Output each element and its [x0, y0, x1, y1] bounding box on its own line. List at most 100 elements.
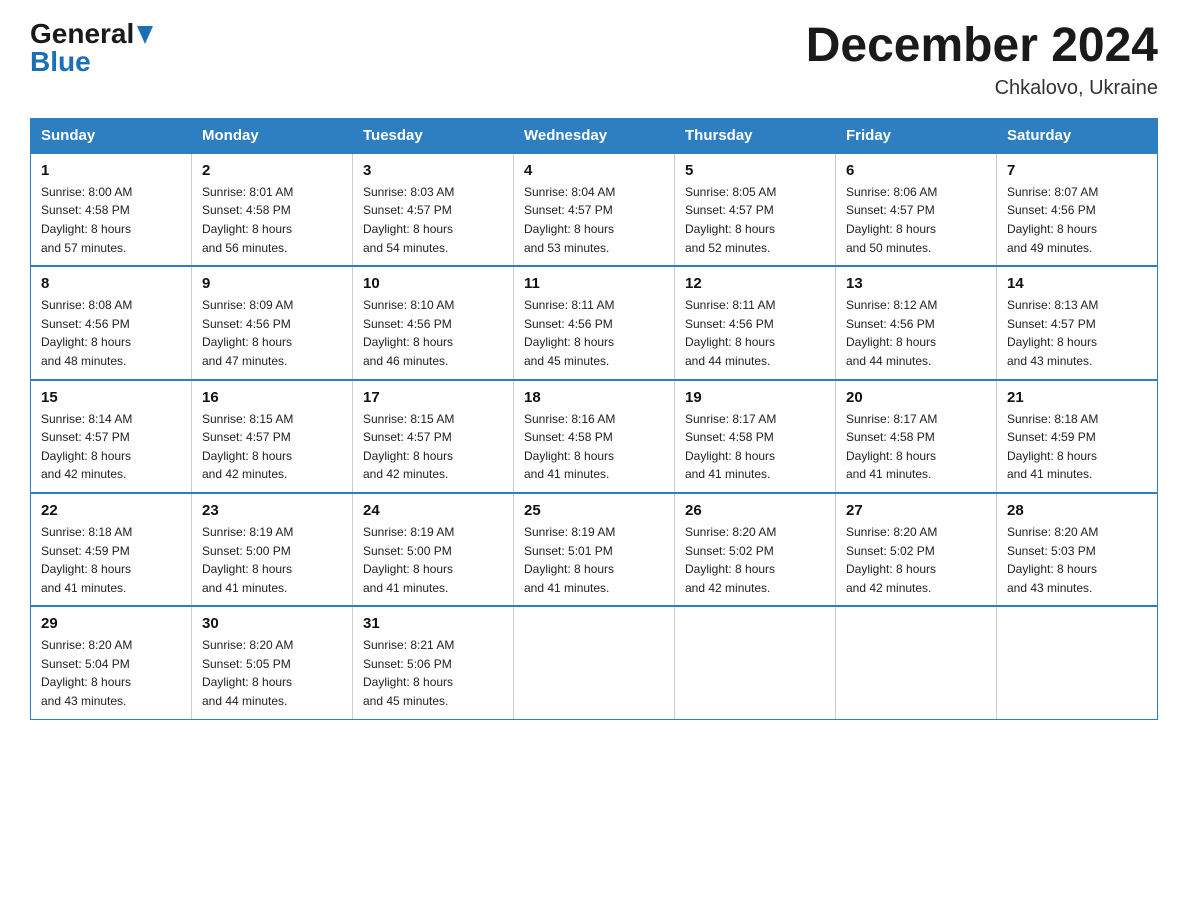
- calendar-cell: 18 Sunrise: 8:16 AMSunset: 4:58 PMDaylig…: [514, 380, 675, 493]
- calendar-cell: 17 Sunrise: 8:15 AMSunset: 4:57 PMDaylig…: [353, 380, 514, 493]
- day-number: 17: [363, 389, 503, 406]
- day-number: 13: [846, 275, 986, 292]
- day-number: 6: [846, 162, 986, 179]
- day-info: Sunrise: 8:13 AMSunset: 4:57 PMDaylight:…: [1007, 296, 1147, 370]
- day-number: 26: [685, 502, 825, 519]
- calendar-week-row: 1 Sunrise: 8:00 AMSunset: 4:58 PMDayligh…: [31, 153, 1158, 266]
- location: Chkalovo, Ukraine: [806, 77, 1158, 100]
- calendar-cell: 8 Sunrise: 8:08 AMSunset: 4:56 PMDayligh…: [31, 266, 192, 379]
- day-number: 4: [524, 162, 664, 179]
- day-info: Sunrise: 8:15 AMSunset: 4:57 PMDaylight:…: [363, 410, 503, 484]
- calendar-cell: 5 Sunrise: 8:05 AMSunset: 4:57 PMDayligh…: [675, 153, 836, 266]
- day-number: 11: [524, 275, 664, 292]
- day-info: Sunrise: 8:08 AMSunset: 4:56 PMDaylight:…: [41, 296, 181, 370]
- day-info: Sunrise: 8:17 AMSunset: 4:58 PMDaylight:…: [846, 410, 986, 484]
- calendar-cell: 11 Sunrise: 8:11 AMSunset: 4:56 PMDaylig…: [514, 266, 675, 379]
- day-info: Sunrise: 8:11 AMSunset: 4:56 PMDaylight:…: [524, 296, 664, 370]
- day-info: Sunrise: 8:18 AMSunset: 4:59 PMDaylight:…: [1007, 410, 1147, 484]
- header-saturday: Saturday: [997, 118, 1158, 153]
- day-number: 5: [685, 162, 825, 179]
- day-number: 9: [202, 275, 342, 292]
- calendar-cell: [836, 606, 997, 719]
- day-info: Sunrise: 8:15 AMSunset: 4:57 PMDaylight:…: [202, 410, 342, 484]
- day-number: 21: [1007, 389, 1147, 406]
- day-number: 12: [685, 275, 825, 292]
- calendar-cell: 29 Sunrise: 8:20 AMSunset: 5:04 PMDaylig…: [31, 606, 192, 719]
- logo: General Blue: [30, 20, 153, 76]
- calendar-cell: 13 Sunrise: 8:12 AMSunset: 4:56 PMDaylig…: [836, 266, 997, 379]
- day-number: 14: [1007, 275, 1147, 292]
- calendar-cell: 15 Sunrise: 8:14 AMSunset: 4:57 PMDaylig…: [31, 380, 192, 493]
- calendar-cell: 1 Sunrise: 8:00 AMSunset: 4:58 PMDayligh…: [31, 153, 192, 266]
- day-number: 10: [363, 275, 503, 292]
- day-info: Sunrise: 8:07 AMSunset: 4:56 PMDaylight:…: [1007, 183, 1147, 257]
- day-number: 27: [846, 502, 986, 519]
- day-info: Sunrise: 8:05 AMSunset: 4:57 PMDaylight:…: [685, 183, 825, 257]
- calendar-cell: 22 Sunrise: 8:18 AMSunset: 4:59 PMDaylig…: [31, 493, 192, 606]
- calendar-cell: 20 Sunrise: 8:17 AMSunset: 4:58 PMDaylig…: [836, 380, 997, 493]
- day-number: 25: [524, 502, 664, 519]
- day-info: Sunrise: 8:18 AMSunset: 4:59 PMDaylight:…: [41, 523, 181, 597]
- day-number: 8: [41, 275, 181, 292]
- calendar-cell: 16 Sunrise: 8:15 AMSunset: 4:57 PMDaylig…: [192, 380, 353, 493]
- day-info: Sunrise: 8:03 AMSunset: 4:57 PMDaylight:…: [363, 183, 503, 257]
- day-number: 7: [1007, 162, 1147, 179]
- calendar-cell: 23 Sunrise: 8:19 AMSunset: 5:00 PMDaylig…: [192, 493, 353, 606]
- day-info: Sunrise: 8:06 AMSunset: 4:57 PMDaylight:…: [846, 183, 986, 257]
- title-area: December 2024 Chkalovo, Ukraine: [806, 20, 1158, 100]
- day-info: Sunrise: 8:19 AMSunset: 5:01 PMDaylight:…: [524, 523, 664, 597]
- header-wednesday: Wednesday: [514, 118, 675, 153]
- header-friday: Friday: [836, 118, 997, 153]
- day-info: Sunrise: 8:01 AMSunset: 4:58 PMDaylight:…: [202, 183, 342, 257]
- calendar-week-row: 22 Sunrise: 8:18 AMSunset: 4:59 PMDaylig…: [31, 493, 1158, 606]
- calendar-cell: 12 Sunrise: 8:11 AMSunset: 4:56 PMDaylig…: [675, 266, 836, 379]
- header-thursday: Thursday: [675, 118, 836, 153]
- day-info: Sunrise: 8:09 AMSunset: 4:56 PMDaylight:…: [202, 296, 342, 370]
- day-info: Sunrise: 8:19 AMSunset: 5:00 PMDaylight:…: [363, 523, 503, 597]
- logo-general: General: [30, 20, 134, 48]
- calendar-cell: 6 Sunrise: 8:06 AMSunset: 4:57 PMDayligh…: [836, 153, 997, 266]
- header-sunday: Sunday: [31, 118, 192, 153]
- calendar-cell: 3 Sunrise: 8:03 AMSunset: 4:57 PMDayligh…: [353, 153, 514, 266]
- day-number: 20: [846, 389, 986, 406]
- day-info: Sunrise: 8:16 AMSunset: 4:58 PMDaylight:…: [524, 410, 664, 484]
- calendar-cell: 30 Sunrise: 8:20 AMSunset: 5:05 PMDaylig…: [192, 606, 353, 719]
- calendar-cell: 25 Sunrise: 8:19 AMSunset: 5:01 PMDaylig…: [514, 493, 675, 606]
- day-number: 22: [41, 502, 181, 519]
- day-info: Sunrise: 8:12 AMSunset: 4:56 PMDaylight:…: [846, 296, 986, 370]
- day-info: Sunrise: 8:04 AMSunset: 4:57 PMDaylight:…: [524, 183, 664, 257]
- calendar-week-row: 8 Sunrise: 8:08 AMSunset: 4:56 PMDayligh…: [31, 266, 1158, 379]
- day-info: Sunrise: 8:21 AMSunset: 5:06 PMDaylight:…: [363, 636, 503, 710]
- month-title: December 2024: [806, 20, 1158, 73]
- calendar-cell: 21 Sunrise: 8:18 AMSunset: 4:59 PMDaylig…: [997, 380, 1158, 493]
- calendar-cell: [675, 606, 836, 719]
- day-number: 2: [202, 162, 342, 179]
- calendar-cell: 14 Sunrise: 8:13 AMSunset: 4:57 PMDaylig…: [997, 266, 1158, 379]
- calendar-cell: 24 Sunrise: 8:19 AMSunset: 5:00 PMDaylig…: [353, 493, 514, 606]
- day-info: Sunrise: 8:14 AMSunset: 4:57 PMDaylight:…: [41, 410, 181, 484]
- day-info: Sunrise: 8:11 AMSunset: 4:56 PMDaylight:…: [685, 296, 825, 370]
- page-header: General Blue December 2024 Chkalovo, Ukr…: [30, 20, 1158, 100]
- header-tuesday: Tuesday: [353, 118, 514, 153]
- day-info: Sunrise: 8:20 AMSunset: 5:04 PMDaylight:…: [41, 636, 181, 710]
- calendar-table: SundayMondayTuesdayWednesdayThursdayFrid…: [30, 118, 1158, 720]
- day-number: 1: [41, 162, 181, 179]
- day-number: 31: [363, 615, 503, 632]
- day-number: 18: [524, 389, 664, 406]
- day-info: Sunrise: 8:20 AMSunset: 5:05 PMDaylight:…: [202, 636, 342, 710]
- day-number: 23: [202, 502, 342, 519]
- calendar-cell: 9 Sunrise: 8:09 AMSunset: 4:56 PMDayligh…: [192, 266, 353, 379]
- logo-blue: Blue: [30, 46, 91, 77]
- day-number: 28: [1007, 502, 1147, 519]
- day-number: 19: [685, 389, 825, 406]
- day-number: 24: [363, 502, 503, 519]
- day-info: Sunrise: 8:20 AMSunset: 5:03 PMDaylight:…: [1007, 523, 1147, 597]
- calendar-cell: [997, 606, 1158, 719]
- logo-triangle-icon: [137, 26, 153, 46]
- calendar-cell: 19 Sunrise: 8:17 AMSunset: 4:58 PMDaylig…: [675, 380, 836, 493]
- day-info: Sunrise: 8:19 AMSunset: 5:00 PMDaylight:…: [202, 523, 342, 597]
- calendar-cell: 28 Sunrise: 8:20 AMSunset: 5:03 PMDaylig…: [997, 493, 1158, 606]
- calendar-cell: 31 Sunrise: 8:21 AMSunset: 5:06 PMDaylig…: [353, 606, 514, 719]
- calendar-cell: [514, 606, 675, 719]
- day-number: 30: [202, 615, 342, 632]
